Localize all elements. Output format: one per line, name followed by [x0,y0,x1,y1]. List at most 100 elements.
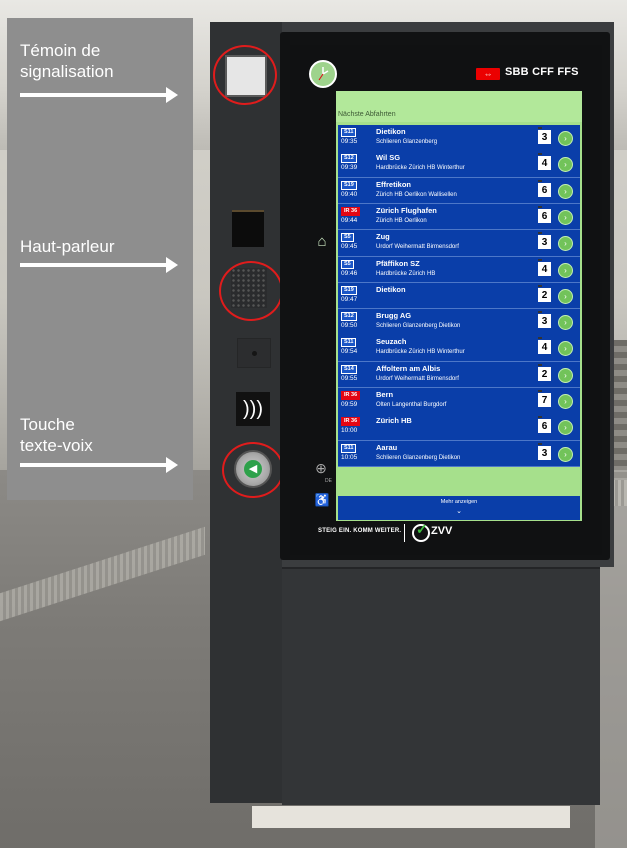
checkmark-icon: ✓ [416,521,428,537]
show-more-button[interactable]: Mehr anzeigen ⌄ [338,496,580,520]
slogan: STEIG EIN. KOMM WEITER. [318,528,402,534]
contactless-reader[interactable]: ))) [236,392,270,426]
line-badge: S11 [341,338,357,348]
platform-number: 3 [538,445,551,460]
platform-marker [538,127,542,129]
home-icon[interactable]: ⌂ [312,232,332,252]
details-button[interactable]: › [558,367,573,383]
details-button[interactable]: › [558,262,573,278]
show-more-label: Mehr anzeigen [440,499,478,505]
details-button[interactable]: › [558,157,573,173]
screen-sidebar [302,90,336,520]
arrow-icon [20,257,178,273]
platform-marker [538,179,542,182]
via-stops: Zürich HB Oerlikon Wallisellen [376,191,457,198]
destination: Zürich Flughafen [376,205,437,215]
departure-row[interactable]: S5 Pfäffikon SZ 09:46 Hardbrücke Zürich HB 4… [338,256,580,283]
via-stops: Urdorf Weihermatt Birmensdorf [376,375,459,382]
details-button[interactable]: › [558,131,573,146]
departure-list: S11 Dietikon 09:35 Schlieren Glanzenberg 3 › S… [338,125,580,505]
destination: Affoltern am Albis [376,363,441,373]
departure-row[interactable]: S5 Zug 09:45 Urdorf Weihermatt Birmensdorf 3… [338,230,580,257]
via-stops: Schlieren Glanzenberg [376,139,438,145]
platform-marker [538,311,542,314]
details-button[interactable]: › [558,209,573,225]
via-stops: Schlieren Glanzenberg Dietikon [376,323,461,330]
destination: Seuzach [376,337,407,347]
details-button[interactable]: › [558,420,573,436]
via-stops: Schlieren Glanzenberg Dietikon [376,454,461,461]
label-speaker: Haut-parleur [20,237,115,256]
label-tts: Touche texte-voix [20,415,93,455]
chevron-right-icon: › [564,212,567,222]
platform-number: 6 [538,182,551,197]
departure-row[interactable]: S11 Aarau 10:05 Schlieren Glanzenberg Dieti… [338,440,580,468]
departure-row[interactable]: S12 Brugg AG 09:50 Schlieren Glanzenberg Di… [338,309,580,336]
details-button[interactable]: › [558,341,573,357]
platform-number: 4 [538,340,551,355]
globe-icon[interactable]: ⊕ [311,460,331,480]
footer-divider [404,524,405,542]
via-stops: Zürich HB Oerlikon [376,217,427,224]
contactless-icon: ))) [243,398,263,420]
departure-row[interactable]: S19 Effretikon 09:40 Zürich HB Oerlikon Wal… [338,177,580,205]
details-button[interactable]: › [558,315,573,331]
sbb-arrow-icon: ⇔ [483,69,493,79]
departure-row[interactable]: IR 36 Zürich HB 10:00 6 › [338,414,580,441]
destination: Dietikon [376,284,406,294]
highlight-ring-speaker [219,261,283,321]
destination: Pfäffikon SZ [376,258,420,268]
chevron-right-icon: › [564,370,567,380]
details-button[interactable]: › [558,183,573,199]
destination: Brugg AG [376,311,412,321]
departure-time: 10:00 [341,427,358,435]
platform-marker [538,442,542,445]
line-badge: S19 [341,285,357,295]
destination: Dietikon [376,127,406,136]
highlight-ring-signal [213,45,277,105]
platform-number: 2 [538,287,551,302]
accessibility-icon[interactable]: ♿ [313,493,331,511]
line-badge: S5 [341,233,354,243]
chevron-right-icon: › [564,397,567,406]
chevron-right-icon: › [564,134,567,143]
kiosk-lower-panel [282,567,600,805]
platform-marker [538,258,542,261]
details-button[interactable]: › [558,236,573,252]
departure-row[interactable]: IR 36 Zürich Flughafen 09:44 Zürich HB Oerl… [338,203,580,231]
departure-row[interactable]: S11 Seuzach 09:54 Hardbrücke Zürich HB Wint… [338,335,580,362]
line-badge: S5 [341,259,354,269]
platform-number: 7 [538,393,551,407]
chevron-right-icon: › [564,265,567,275]
destination: Wil SG [376,153,401,163]
departure-time: 09:45 [341,243,358,251]
line-badge: S12 [341,154,357,164]
sbb-logo: ⇔ [476,68,500,80]
language-label: DE [325,478,332,484]
departure-time: 09:59 [341,401,358,408]
departure-time: 10:05 [341,453,358,461]
platform-marker [538,416,542,419]
platform-number: 6 [538,419,551,434]
details-button[interactable]: › [558,394,573,409]
line-badge: S14 [341,364,357,374]
chevron-right-icon: › [564,186,567,196]
departure-row[interactable]: S11 Dietikon 09:35 Schlieren Glanzenberg 3 › [338,125,580,152]
zvv-wordmark: ZVV [431,525,453,537]
departure-time: 09:39 [341,164,358,172]
platform-marker [538,390,542,392]
departure-time: 09:54 [341,348,358,356]
departure-row[interactable]: IR 36 Bern 09:59 Olten Langenthal Burgdorf 7… [338,388,580,415]
chevron-right-icon: › [564,449,567,459]
departure-row[interactable]: S12 Wil SG 09:39 Hardbrücke Zürich HB Winte… [338,151,580,178]
via-stops: Hardbrücke Zürich HB Winterthur [376,165,465,172]
chevron-right-icon: › [564,239,567,249]
departure-row[interactable]: S19 Dietikon 09:47 2 › [338,282,580,310]
line-badge: IR 36 [341,391,361,400]
destination: Aarau [376,442,398,452]
destination: Zug [376,232,390,242]
departure-row[interactable]: S14 Affoltern am Albis 09:55 Urdorf Weiherm… [338,361,580,389]
details-button[interactable]: › [558,446,573,462]
details-button[interactable]: › [558,288,573,304]
destination: Bern [376,390,394,399]
